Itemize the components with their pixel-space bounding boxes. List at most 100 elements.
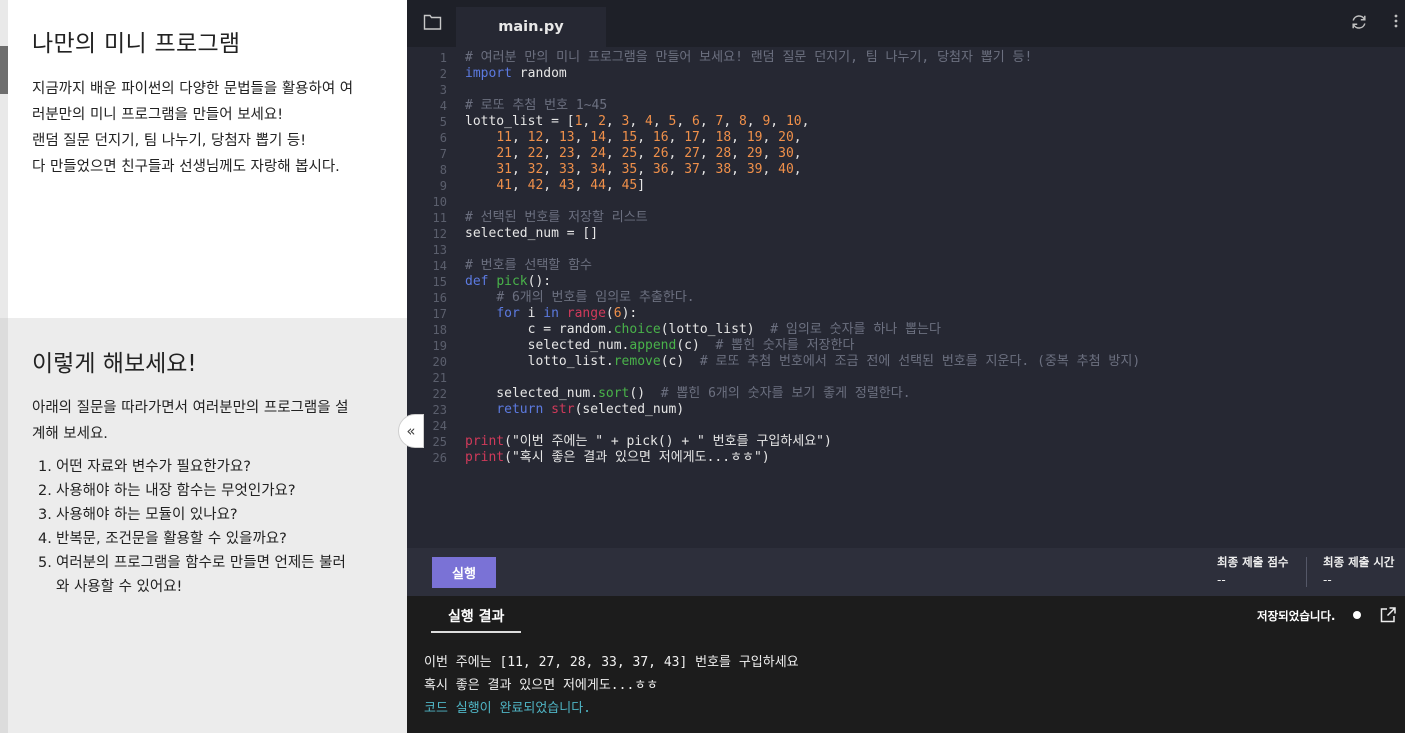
run-button[interactable]: 실행 [432,557,496,588]
item-text: 반복문, 조건문을 활용할 수 있을까요? [56,531,287,547]
code-editor[interactable]: main.py 1 # 여러분 만의 미니 프로그램을 만들어 보세요! 랜덤 질… [407,0,1405,548]
panel-edge [0,0,8,733]
code-line[interactable]: 21 [407,370,1405,386]
code-line[interactable]: 12 selected_num = [] [407,226,1405,242]
tab-main-py[interactable]: main.py [456,7,606,47]
guide-title: 이렇게 해보세요! [32,351,197,377]
code-text[interactable]: selected_num.append(c) # 뽑힌 숫자를 저장한다 [465,338,855,354]
code-text[interactable]: c = random.choice(lotto_list) # 임의로 숫자를 … [465,322,941,338]
code-text[interactable]: 21, 22, 23, 24, 25, 26, 27, 28, 29, 30, [465,146,801,162]
code-line[interactable]: 25 print("이번 주에는 " + pick() + " 번호를 구입하세요… [407,434,1405,450]
output-line: 이번 주에는 [11, 27, 28, 33, 37, 43] 번호를 구입하세… [424,655,799,670]
line-number: 17 [432,307,447,321]
code-line[interactable]: 5 lotto_list = [1, 2, 3, 4, 5, 6, 7, 8, 9… [407,114,1405,130]
code-line[interactable]: 19 selected_num.append(c) # 뽑힌 숫자를 저장한다 [407,338,1405,354]
guide-intro: 아래의 질문을 따라가면서 여러분만의 프로그램을 설 계해 보세요. [32,395,383,447]
code-text[interactable]: # 번호를 선택할 함수 [465,258,592,274]
final-time-value: -- [1323,573,1332,587]
line-number: 10 [432,195,447,209]
code-line[interactable]: 14 # 번호를 선택할 함수 [407,258,1405,274]
code-line[interactable]: 13 [407,242,1405,258]
code-line[interactable]: 15 def pick(): [407,274,1405,290]
run-bar: 실행 최종 제출 점수 -- 최종 제출 시간 -- [407,548,1405,596]
code-line[interactable]: 3 [407,82,1405,98]
guide-item: 2. 사용해야 하는 내장 함수는 무엇인가요? [38,479,383,503]
item-number: 3. [38,507,52,523]
page-title: 나만의 미니 프로그램 [32,31,241,57]
code-text[interactable]: 11, 12, 13, 14, 15, 16, 17, 18, 19, 20, [465,130,801,146]
code-line[interactable]: 17 for i in range(6): [407,306,1405,322]
editor-tabbar: main.py [407,0,1405,47]
result-panel: 실행 결과 저장되었습니다. 이번 주에는 [11, 27, 28, 33, 3… [407,596,1405,733]
code-line[interactable]: 6 11, 12, 13, 14, 15, 16, 17, 18, 19, 20… [407,130,1405,146]
code-line[interactable]: 22 selected_num.sort() # 뽑힌 6개의 숫자를 보기 좋… [407,386,1405,402]
external-link-icon[interactable] [1379,606,1397,624]
description-line: 지금까지 배운 파이썬의 다양한 문법들을 활용하여 여 [32,81,354,97]
collapse-panel-button[interactable]: « [398,414,424,448]
code-text[interactable]: print("혹시 좋은 결과 있으면 저에게도...ㅎㅎ") [465,450,770,466]
line-number: 5 [439,115,447,129]
guide-intro-line: 아래의 질문을 따라가면서 여러분만의 프로그램을 설 [32,400,349,416]
code-line[interactable]: 16 # 6개의 번호를 임의로 추출한다. [407,290,1405,306]
code-line[interactable]: 20 lotto_list.remove(c) # 로또 추첨 번호에서 조금 … [407,354,1405,370]
status-dot-icon [1353,611,1361,619]
code-text[interactable]: 41, 42, 43, 44, 45] [465,178,645,194]
code-text[interactable]: selected_num.sort() # 뽑힌 6개의 숫자를 보기 좋게 정… [465,386,910,402]
code-text[interactable]: lotto_list = [1, 2, 3, 4, 5, 6, 7, 8, 9,… [465,114,809,130]
code-area[interactable]: 1 # 여러분 만의 미니 프로그램을 만들어 보세요! 랜덤 질문 던지기, 팀… [407,50,1405,466]
code-line[interactable]: 10 [407,194,1405,210]
code-line[interactable]: 4 # 로또 추첨 번호 1~45 [407,98,1405,114]
code-text[interactable]: # 로또 추첨 번호 1~45 [465,98,607,114]
code-line[interactable]: 9 41, 42, 43, 44, 45] [407,178,1405,194]
code-text[interactable]: for i in range(6): [465,306,637,322]
edge-lower [0,318,8,733]
line-number: 8 [439,163,447,177]
item-number: 5. [38,555,52,571]
code-line[interactable]: 11 # 선택된 번호를 저장할 리스트 [407,210,1405,226]
code-line[interactable]: 1 # 여러분 만의 미니 프로그램을 만들어 보세요! 랜덤 질문 던지기, 팀… [407,50,1405,66]
code-text[interactable]: def pick(): [465,274,551,290]
code-line[interactable]: 8 31, 32, 33, 34, 35, 36, 37, 38, 39, 40… [407,162,1405,178]
final-time-label: 최종 제출 시간 [1323,555,1395,569]
refresh-icon[interactable] [1349,13,1369,33]
guide-item: 1. 어떤 자료와 변수가 필요한가요? [38,455,383,479]
tab-result[interactable]: 실행 결과 [431,596,521,633]
final-score-label: 최종 제출 점수 [1217,555,1289,569]
folder-icon[interactable] [423,13,442,33]
line-number: 2 [439,67,447,81]
code-line[interactable]: 7 21, 22, 23, 24, 25, 26, 27, 28, 29, 30… [407,146,1405,162]
code-text[interactable]: return str(selected_num) [465,402,684,418]
code-text[interactable]: 31, 32, 33, 34, 35, 36, 37, 38, 39, 40, [465,162,801,178]
code-line[interactable]: 26 print("혹시 좋은 결과 있으면 저에게도...ㅎㅎ") [407,450,1405,466]
code-line[interactable]: 24 [407,418,1405,434]
line-number: 26 [432,451,447,465]
line-number: 22 [432,387,447,401]
line-number: 13 [432,243,447,257]
code-line[interactable]: 2 import random [407,66,1405,82]
code-text[interactable]: import random [465,66,567,82]
code-text[interactable]: print("이번 주에는 " + pick() + " 번호를 구입하세요") [465,434,832,450]
saved-status: 저장되었습니다. [1257,609,1336,623]
code-line[interactable]: 18 c = random.choice(lotto_list) # 임의로 숫… [407,322,1405,338]
line-number: 12 [432,227,447,241]
code-text[interactable]: lotto_list.remove(c) # 로또 추첨 번호에서 조금 전에 … [465,354,1141,370]
description-line: 랜덤 질문 던지기, 팀 나누기, 당첨자 뽑기 등! [32,133,307,149]
description-line: 러분만의 미니 프로그램을 만들어 보세요! [32,107,284,123]
code-text[interactable]: # 6개의 번호를 임의로 추출한다. [465,290,694,306]
more-icon[interactable] [1391,12,1401,34]
line-number: 4 [439,99,447,113]
line-number: 15 [432,275,447,289]
line-number: 1 [439,51,447,65]
code-line[interactable]: 23 return str(selected_num) [407,402,1405,418]
code-text[interactable]: # 선택된 번호를 저장할 리스트 [465,210,648,226]
code-text[interactable]: selected_num = [] [465,226,598,242]
edge-marker [0,46,8,94]
guide-item: 4. 반복문, 조건문을 활용할 수 있을까요? [38,527,383,551]
item-text: 여러분의 프로그램을 함수로 만들면 언제든 불러 와 사용할 수 있어요! [56,551,346,599]
guide-list: 1. 어떤 자료와 변수가 필요한가요? 2. 사용해야 하는 내장 함수는 무엇인… [38,455,383,599]
line-number: 3 [439,83,447,97]
instruction-panel: 나만의 미니 프로그램 지금까지 배운 파이썬의 다양한 문법들을 활용하여 여… [0,0,407,733]
code-text[interactable]: # 여러분 만의 미니 프로그램을 만들어 보세요! 랜덤 질문 던지기, 팀 … [465,50,1032,66]
code-text[interactable] [465,370,496,386]
item-text: 사용해야 하는 모듈이 있나요? [56,507,238,523]
